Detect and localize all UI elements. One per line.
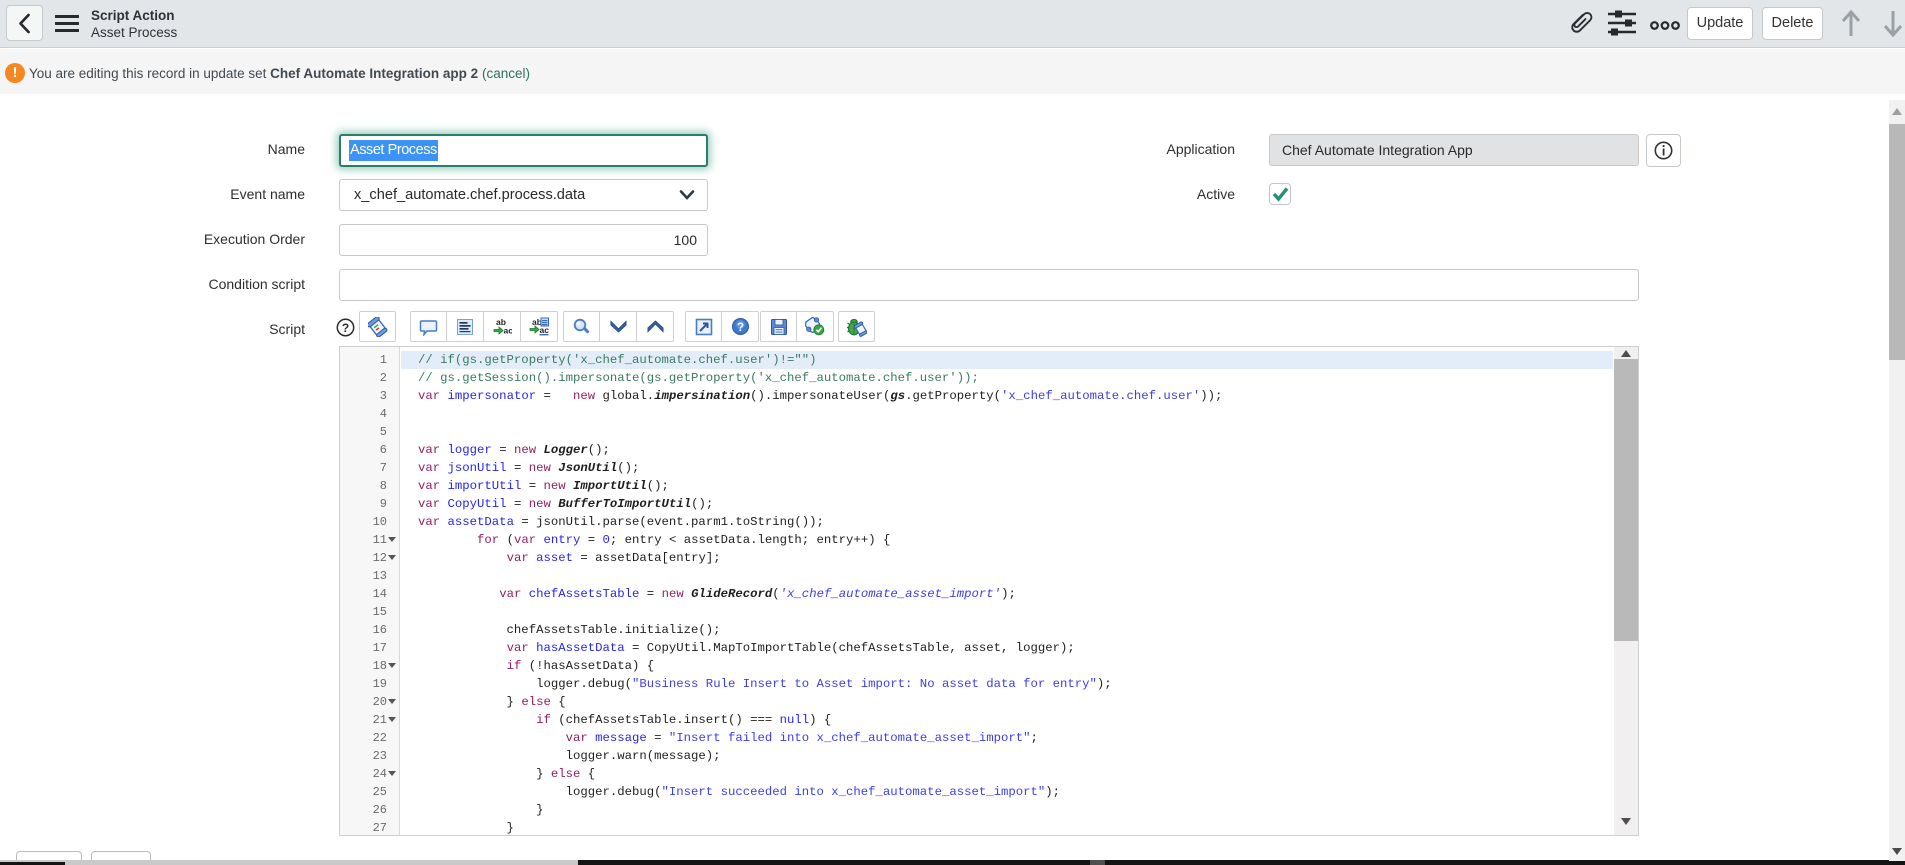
svg-text:ac: ac [504,326,513,336]
svg-text:?: ? [342,321,349,335]
svg-text:ac: ac [540,325,550,335]
svg-text:?: ? [736,322,743,334]
